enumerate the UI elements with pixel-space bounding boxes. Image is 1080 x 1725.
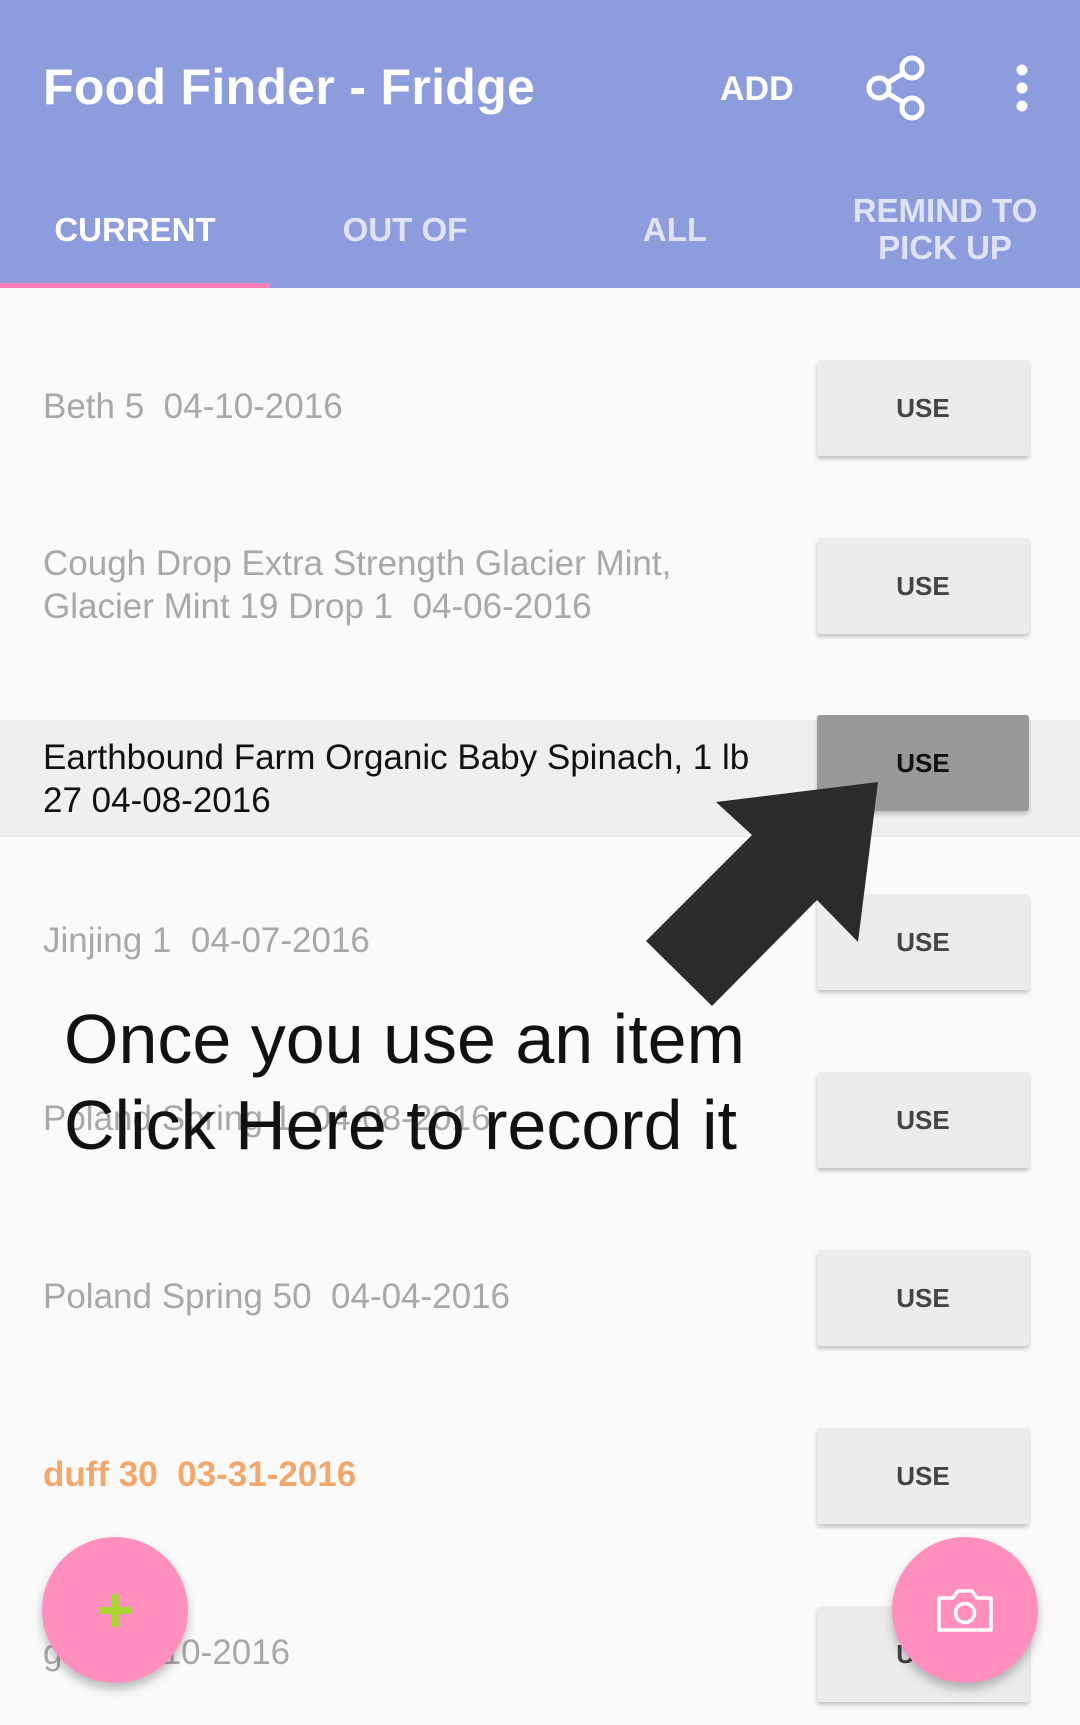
tab-out-of[interactable]: OUT OF (270, 170, 540, 288)
use-button[interactable]: USE (817, 1250, 1029, 1346)
use-button[interactable]: USE (817, 1072, 1029, 1168)
use-button[interactable]: USE (817, 360, 1029, 456)
use-button[interactable]: USE (817, 715, 1029, 811)
use-button[interactable]: USE (817, 1428, 1029, 1524)
item-text: Jinjing 1 04-07-2016 (43, 921, 370, 960)
list-item: Poland Spring 50 04-04-2016 USE (0, 1238, 1080, 1355)
camera-fab[interactable] (892, 1537, 1038, 1683)
list-item: Cough Drop Extra Strength Glacier Mint, … (0, 526, 1080, 643)
plus-icon: + (96, 1574, 134, 1646)
instruction-annotation: Once you use an item Click Here to recor… (64, 996, 804, 1168)
list-item-overdue: duff 30 03-31-2016 USE (0, 1416, 1080, 1533)
item-text: duff 30 03-31-2016 (43, 1455, 357, 1494)
tab-all[interactable]: ALL (540, 170, 810, 288)
tab-current[interactable]: CURRENT (0, 170, 270, 288)
item-text: Poland Spring 50 04-04-2016 (43, 1277, 511, 1316)
list-item: Beth 5 04-10-2016 USE (0, 348, 1080, 465)
tab-indicator (0, 283, 270, 288)
add-button[interactable]: ADD (720, 70, 794, 109)
app-bar: Food Finder - Fridge ADD CURRENT OUT OF … (0, 0, 1080, 288)
item-text: Beth 5 04-10-2016 (43, 387, 343, 426)
item-text: Earthbound Farm Organic Baby Spinach, 1 … (43, 737, 750, 820)
list-item: Jinjing 1 04-07-2016 USE (0, 882, 1080, 999)
annotation-line-1: Once you use an item (64, 1000, 745, 1078)
item-text: Cough Drop Extra Strength Glacier Mint, … (43, 543, 672, 626)
more-vert-icon[interactable] (1000, 62, 1044, 114)
share-icon[interactable] (862, 54, 930, 122)
use-button[interactable]: USE (817, 538, 1029, 634)
camera-icon (937, 1589, 993, 1632)
tab-remind-to-pick-up[interactable]: REMIND TO PICK UP (810, 170, 1080, 288)
tab-bar: CURRENT OUT OF ALL REMIND TO PICK UP (0, 170, 1080, 288)
annotation-line-2: Click Here to record it (64, 1086, 737, 1164)
use-button[interactable]: USE (817, 894, 1029, 990)
app-title: Food Finder - Fridge (43, 59, 536, 115)
add-item-fab[interactable]: + (42, 1537, 188, 1683)
list-item-selected: Earthbound Farm Organic Baby Spinach, 1 … (0, 715, 1080, 837)
